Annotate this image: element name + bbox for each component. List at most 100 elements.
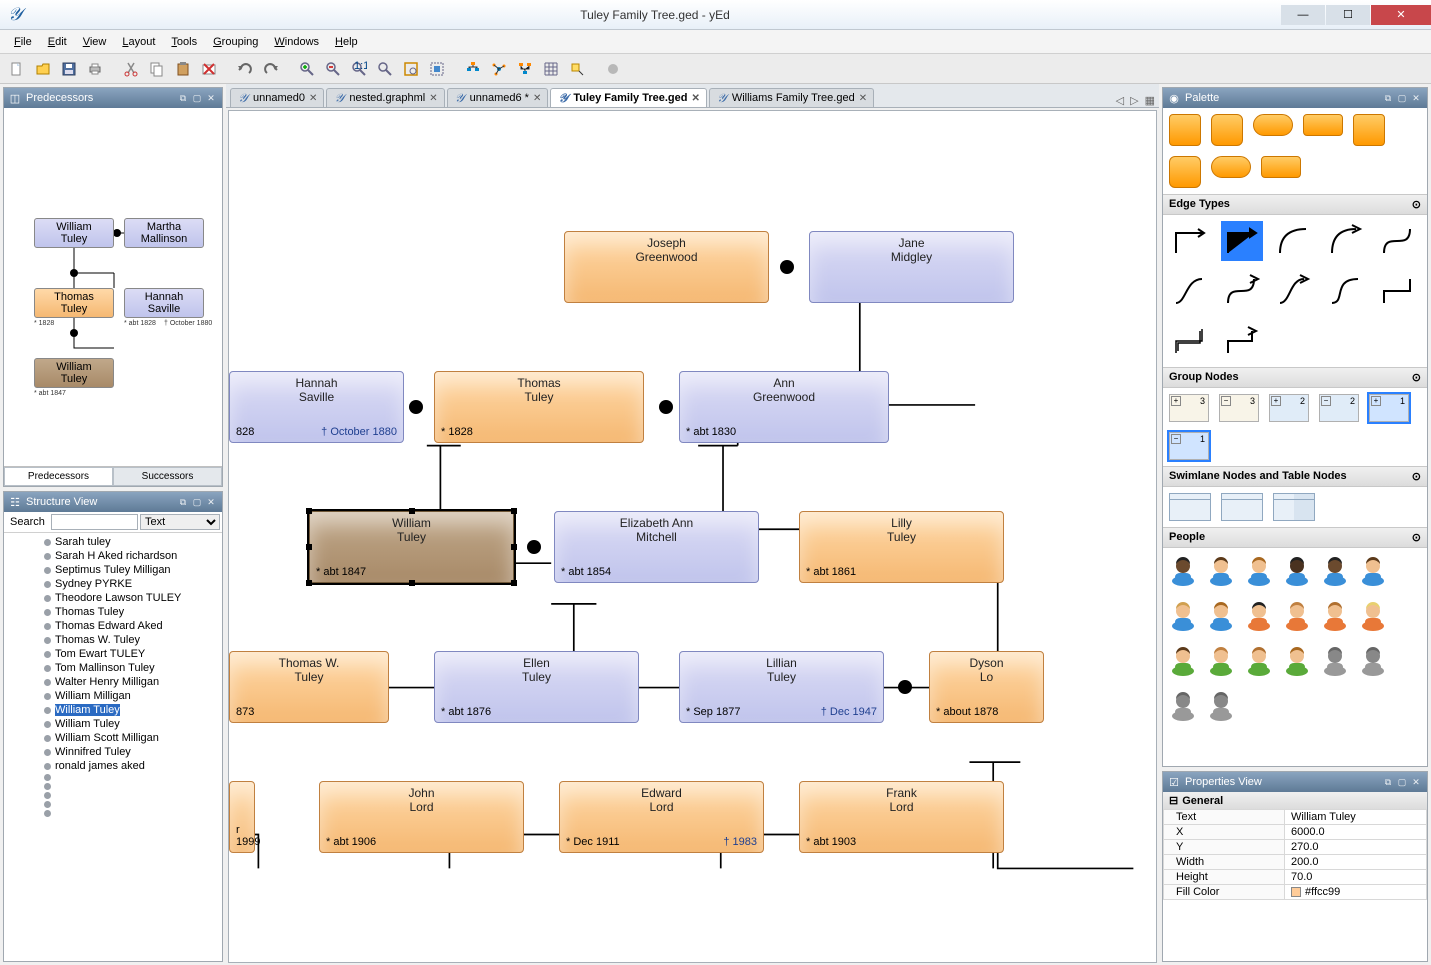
tree-item[interactable]: ronald james aked <box>4 759 222 773</box>
shape-rect[interactable] <box>1261 156 1301 178</box>
swimlane-node[interactable] <box>1169 493 1211 521</box>
person-icon[interactable] <box>1169 644 1197 679</box>
palette-section-people[interactable]: People⊙ <box>1163 527 1427 548</box>
structure-tree[interactable]: Sarah tuleySarah H Aked richardsonSeptim… <box>4 533 222 820</box>
open-file-button[interactable] <box>32 58 54 80</box>
tree-item[interactable] <box>4 773 222 782</box>
redo-button[interactable] <box>260 58 282 80</box>
property-row[interactable]: Width200.0 <box>1164 855 1427 870</box>
layout-organic-button[interactable] <box>488 58 510 80</box>
selection-handle[interactable] <box>511 508 517 514</box>
shape-rect[interactable] <box>1303 114 1343 136</box>
person-icon[interactable] <box>1283 644 1311 679</box>
graph-node[interactable]: Elizabeth AnnMitchell* abt 1854 <box>554 511 759 583</box>
shape-pill[interactable] <box>1211 156 1251 178</box>
menu-tools[interactable]: Tools <box>165 33 203 51</box>
shape-square-round[interactable] <box>1211 114 1243 146</box>
tree-item[interactable] <box>4 800 222 809</box>
menu-grouping[interactable]: Grouping <box>207 33 264 51</box>
edge-spline[interactable] <box>1169 271 1211 311</box>
edge-arc[interactable] <box>1273 221 1315 261</box>
selection-handle[interactable] <box>511 544 517 550</box>
property-row[interactable]: TextWilliam Tuley <box>1164 810 1427 825</box>
tree-item[interactable]: Tom Mallinson Tuley <box>4 661 222 675</box>
person-icon[interactable] <box>1245 554 1273 589</box>
table-node[interactable] <box>1273 493 1315 521</box>
panel-dock-icon[interactable]: ⧉ <box>176 495 190 509</box>
person-icon[interactable] <box>1359 554 1387 589</box>
shape-square[interactable] <box>1353 114 1385 146</box>
selection-handle[interactable] <box>306 580 312 586</box>
panel-dock-icon[interactable]: ⧉ <box>1381 91 1395 105</box>
menu-help[interactable]: Help <box>329 33 364 51</box>
shape-square[interactable] <box>1169 114 1201 146</box>
tree-item[interactable]: Thomas Tuley <box>4 605 222 619</box>
selection-handle[interactable] <box>306 544 312 550</box>
graph-node[interactable]: HannahSaville828† October 1880 <box>229 371 404 443</box>
edge-step-double[interactable] <box>1169 321 1211 361</box>
edge-step-open-arrow[interactable] <box>1221 321 1263 361</box>
tree-item[interactable] <box>4 791 222 800</box>
close-button[interactable]: ✕ <box>1371 5 1431 25</box>
graph-node[interactable]: FrankLord* abt 1903 <box>799 781 1004 853</box>
panel-close-icon[interactable]: ✕ <box>204 495 218 509</box>
graph-node[interactable]: WilliamTuley* abt 1847 <box>309 511 514 583</box>
document-tab[interactable]: 𝒴Williams Family Tree.ged✕ <box>709 88 874 107</box>
person-icon[interactable] <box>1321 599 1349 634</box>
person-icon[interactable] <box>1359 599 1387 634</box>
tab-close-icon[interactable]: ✕ <box>859 93 867 104</box>
graph-node[interactable]: JohnLord* abt 1906 <box>319 781 524 853</box>
graph-node[interactable]: ThomasTuley* 1828 <box>434 371 644 443</box>
person-icon[interactable] <box>1359 644 1387 679</box>
person-icon[interactable] <box>1245 599 1273 634</box>
tree-item[interactable]: Sarah H Aked richardson <box>4 549 222 563</box>
graph-node[interactable]: EdwardLord* Dec 1911† 1983 <box>559 781 764 853</box>
tree-item[interactable]: William Milligan <box>4 689 222 703</box>
property-value[interactable]: 70.0 <box>1284 870 1426 885</box>
zoom-out-button[interactable] <box>322 58 344 80</box>
selection-handle[interactable] <box>511 580 517 586</box>
graph-canvas[interactable]: JosephGreenwoodJaneMidgleyHannahSaville8… <box>228 110 1157 963</box>
cut-button[interactable] <box>120 58 142 80</box>
property-value[interactable]: #ffcc99 <box>1284 885 1426 900</box>
tab-next-icon[interactable]: ▷ <box>1130 94 1138 107</box>
graph-node[interactable]: r 1999 <box>229 781 255 853</box>
tree-item[interactable]: Theodore Lawson TULEY <box>4 591 222 605</box>
menu-edit[interactable]: Edit <box>42 33 73 51</box>
tree-item[interactable]: Walter Henry Milligan <box>4 675 222 689</box>
document-tab[interactable]: 𝒴unnamed0✕ <box>230 88 324 107</box>
tree-item[interactable]: William Tuley <box>4 717 222 731</box>
graph-node[interactable]: EllenTuley* abt 1876 <box>434 651 639 723</box>
zoom-reset-button[interactable]: 1:1 <box>348 58 370 80</box>
menu-view[interactable]: View <box>77 33 113 51</box>
predecessors-tab[interactable]: Predecessors <box>4 467 113 486</box>
edge-spline-arrow[interactable] <box>1273 271 1315 311</box>
person-icon[interactable] <box>1169 689 1197 724</box>
mini-node[interactable]: ThomasTuley <box>34 288 114 318</box>
tree-item[interactable]: Winnifred Tuley <box>4 745 222 759</box>
person-icon[interactable] <box>1283 599 1311 634</box>
search-type-select[interactable]: Text <box>140 514 220 530</box>
menu-windows[interactable]: Windows <box>268 33 325 51</box>
tab-close-icon[interactable]: ✕ <box>691 93 699 104</box>
mini-node[interactable]: MarthaMallinson <box>124 218 204 248</box>
selection-handle[interactable] <box>409 508 415 514</box>
edge-poly[interactable] <box>1169 221 1211 261</box>
person-icon[interactable] <box>1169 554 1197 589</box>
minimize-button[interactable]: — <box>1281 5 1325 25</box>
selection-handle[interactable] <box>409 580 415 586</box>
panel-minimize-icon[interactable]: ▢ <box>1395 775 1409 789</box>
panel-dock-icon[interactable]: ⧉ <box>176 91 190 105</box>
edge-bezier[interactable] <box>1377 221 1419 261</box>
graph-node[interactable]: AnnGreenwood* abt 1830 <box>679 371 889 443</box>
layout-hierarchic-button[interactable] <box>462 58 484 80</box>
edge-seg[interactable] <box>1325 271 1367 311</box>
group-node-selected[interactable]: −1 <box>1169 432 1209 460</box>
tree-item[interactable] <box>4 809 222 818</box>
panel-minimize-icon[interactable]: ▢ <box>190 495 204 509</box>
property-value[interactable]: 6000.0 <box>1284 825 1426 840</box>
person-icon[interactable] <box>1321 644 1349 679</box>
group-node[interactable]: −3 <box>1219 394 1259 422</box>
shape-pill[interactable] <box>1253 114 1293 136</box>
property-value[interactable]: 200.0 <box>1284 855 1426 870</box>
